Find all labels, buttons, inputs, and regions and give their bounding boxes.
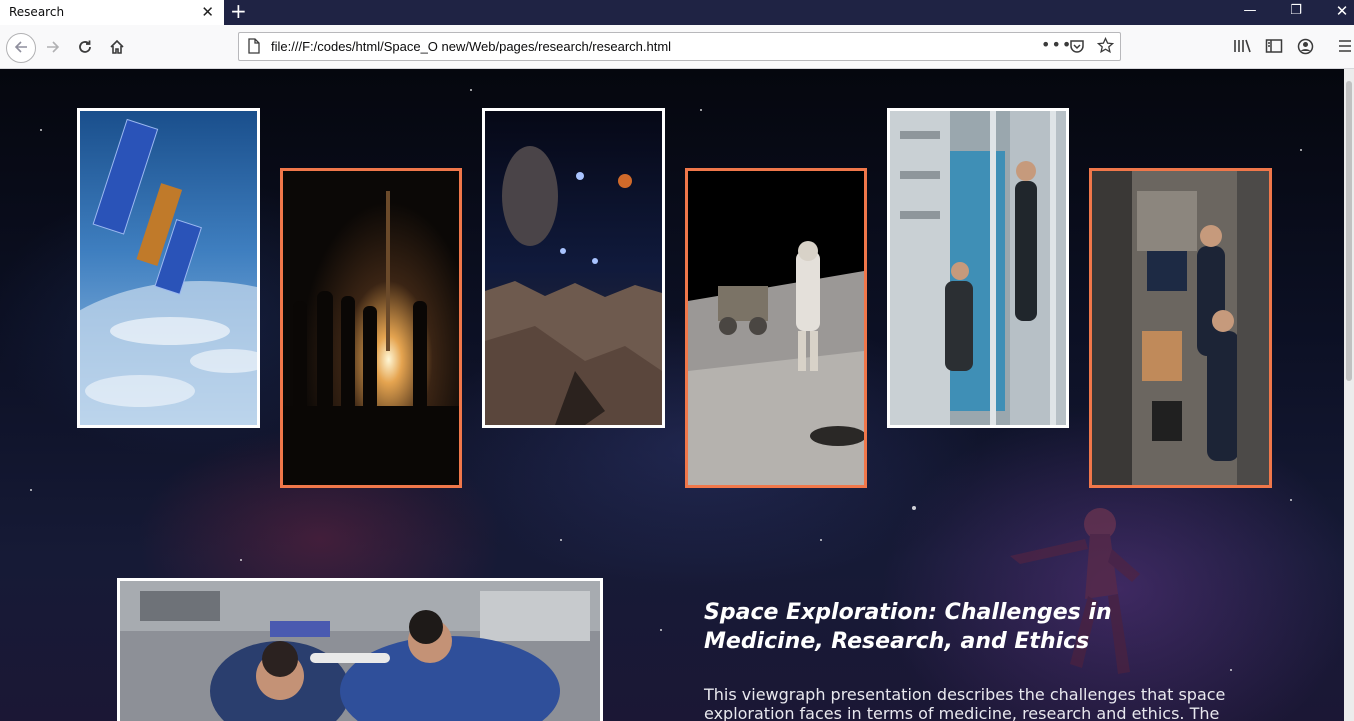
close-tab-icon[interactable]: ✕ — [201, 2, 214, 22]
star — [660, 629, 662, 631]
gallery-photo-rocket-launch[interactable] — [280, 168, 462, 488]
scrollbar-thumb[interactable] — [1346, 81, 1352, 381]
tab-research[interactable]: Research ✕ — [0, 0, 224, 25]
star — [1290, 499, 1292, 501]
satellite-image — [80, 111, 257, 425]
star — [1300, 149, 1302, 151]
restore-icon[interactable]: ❐ — [1274, 0, 1318, 25]
home-button[interactable] — [104, 34, 130, 60]
gallery-photo-moon-walk[interactable] — [685, 168, 867, 488]
page-content: Space Exploration: Challenges in Medicin… — [0, 69, 1344, 721]
forward-button[interactable] — [40, 34, 66, 60]
bookmark-star-icon[interactable] — [1097, 37, 1114, 54]
star — [240, 559, 242, 561]
station-lab-image — [1092, 171, 1269, 485]
account-icon[interactable] — [1297, 38, 1314, 55]
menu-icon[interactable] — [1338, 39, 1352, 53]
star — [700, 109, 702, 111]
library-icon[interactable] — [1233, 38, 1251, 54]
star — [1230, 669, 1232, 671]
gallery-photo-station-module[interactable] — [887, 108, 1069, 428]
close-window-icon[interactable]: ✕ — [1320, 0, 1354, 25]
reload-button[interactable] — [72, 34, 98, 60]
pocket-icon[interactable] — [1069, 38, 1085, 54]
medical-check-image — [120, 581, 600, 721]
minimize-icon[interactable]: — — [1228, 0, 1272, 25]
star — [560, 539, 562, 541]
star — [820, 539, 822, 541]
tab-title: Research — [9, 5, 65, 19]
star — [912, 506, 916, 510]
tab-bar: Research ✕ + — ❐ ✕ — [0, 0, 1354, 25]
page-actions-icon[interactable]: ••• — [1041, 35, 1072, 54]
address-bar[interactable]: file:///F:/codes/html/Space_O new/Web/pa… — [238, 32, 1121, 61]
featured-photo-medical-check[interactable] — [117, 578, 603, 721]
star — [30, 489, 32, 491]
page-icon — [248, 38, 260, 54]
star — [40, 129, 42, 131]
back-button[interactable] — [6, 33, 36, 63]
page-scrollbar[interactable] — [1344, 69, 1354, 721]
star — [470, 89, 472, 91]
reload-icon — [79, 40, 91, 53]
station-module-image — [890, 111, 1066, 425]
moon-walk-image — [688, 171, 864, 485]
rocket-launch-image — [283, 171, 459, 485]
url-text[interactable]: file:///F:/codes/html/Space_O new/Web/pa… — [271, 39, 671, 54]
forward-arrow-icon — [47, 41, 60, 53]
home-icon — [110, 39, 124, 54]
alien-landscape-image — [485, 111, 662, 425]
gallery-photo-satellite[interactable] — [77, 108, 260, 428]
article-body: This viewgraph presentation describes th… — [704, 685, 1226, 721]
sidebar-icon[interactable] — [1265, 38, 1283, 54]
navigation-toolbar: file:///F:/codes/html/Space_O new/Web/pa… — [0, 25, 1354, 69]
back-arrow-icon — [14, 41, 27, 53]
gallery-photo-alien-landscape[interactable] — [482, 108, 665, 428]
new-tab-icon[interactable]: + — [230, 0, 247, 23]
gallery-photo-station-lab[interactable] — [1089, 168, 1272, 488]
article-title: Space Exploration: Challenges in Medicin… — [704, 600, 1112, 654]
